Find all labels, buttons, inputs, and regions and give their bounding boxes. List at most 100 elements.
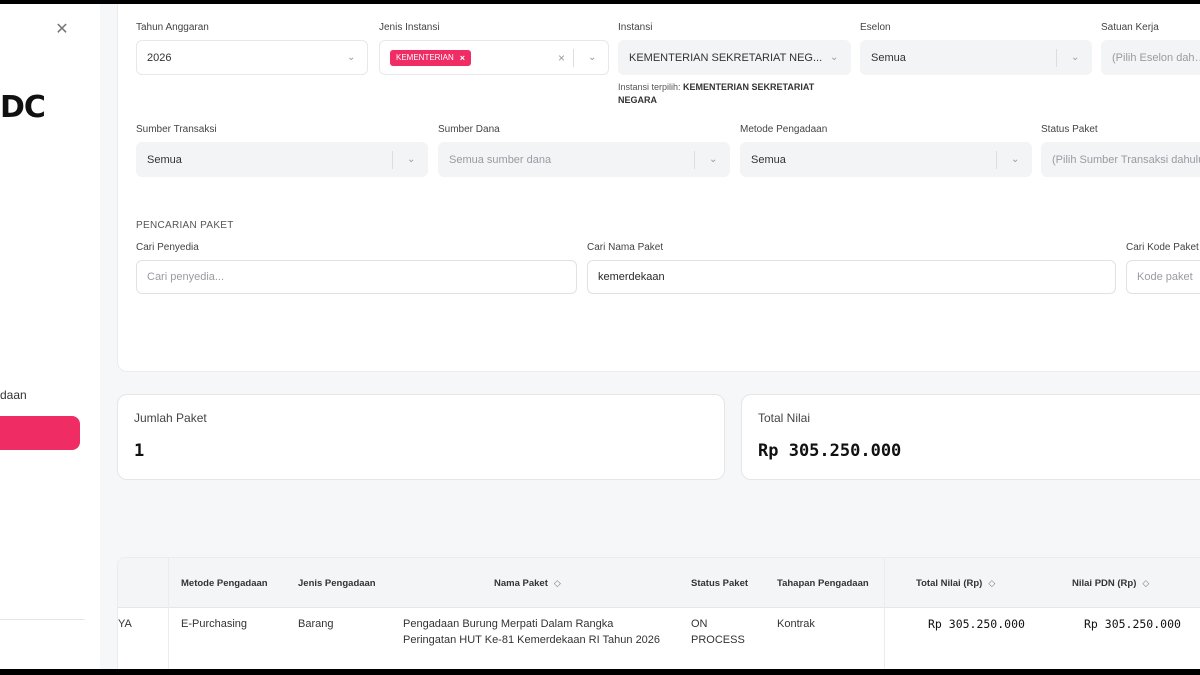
instansi-selected-note: Instansi terpilih: KEMENTERIAN SEKRETARI… [618,81,838,107]
filter-label: Metode Pengadaan [740,124,828,135]
filter-tahun: Tahun Anggaran 2026 ⌄ [136,22,368,75]
chevron-down-icon: ⌄ [709,153,718,165]
remove-tag-icon[interactable]: × [460,53,465,63]
header-text: Nilai PDN (Rp) [1072,577,1137,589]
filter-satuan-kerja: Satuan Kerja (Pilih Eselon dahulu) [1101,22,1200,75]
filter-jenis-instansi: Jenis Instansi KEMENTERIAN × × ⌄ [379,22,609,75]
stat-total-nilai: Total Nilai Rp 305.250.000 [741,394,1200,480]
col-header-jenis: Jenis Pengadaan [298,577,376,589]
cell-tahapan: Kontrak [777,618,815,630]
select-placeholder: (Pilih Eselon dahulu) [1112,51,1200,64]
col-header-metode: Metode Pengadaan [181,577,268,589]
filter-label: Jenis Instansi [379,22,440,33]
results-table: Metode Pengadaan Jenis Pengadaan Nama Pa… [117,557,1200,669]
eselon-select[interactable]: Semua ⌄ [860,40,1092,75]
cell-prefix: YA [118,618,132,630]
search-kode-paket: Cari Kode Paket Kode paket [1126,242,1200,294]
cell-metode: E-Purchasing [181,618,248,630]
select-placeholder: Semua sumber dana [449,153,552,166]
stat-label: Jumlah Paket [134,411,207,425]
table-header: Metode Pengadaan Jenis Pengadaan Nama Pa… [118,558,1200,608]
instansi-select[interactable]: KEMENTERIAN SEKRETARIAT NEG... ⌄ [618,40,851,75]
sort-icon[interactable]: ◇ [988,578,995,589]
sort-icon[interactable]: ◇ [554,578,561,589]
input-placeholder: Kode paket [1137,271,1193,283]
column-divider [168,558,169,669]
sidebar: ✕ DC daan [0,4,100,669]
search-section-title: PENCARIAN PAKET [136,220,234,231]
chevron-down-icon: ⌄ [830,51,839,63]
chevron-down-icon: ⌄ [1071,51,1080,63]
separator [694,150,695,169]
nama-paket-search-input[interactable]: kemerdekaan [587,260,1116,294]
input-placeholder: Cari penyedia... [147,271,225,283]
filter-status-paket: Status Paket (Pilih Sumber Transaksi dah… [1041,124,1200,177]
filter-sumber-dana: Sumber Dana Semua sumber dana ⌄ [438,124,730,177]
select-placeholder: (Pilih Sumber Transaksi dahulu) [1052,153,1200,166]
search-penyedia: Cari Penyedia Cari penyedia... [136,242,577,294]
kode-paket-search-input[interactable]: Kode paket [1126,260,1200,294]
brand-logo-fragment: DC [0,90,46,125]
filter-label: Sumber Dana [438,124,500,135]
app-screen: ✕ DC daan Tahun Anggaran 2026 ⌄ Jenis In… [0,4,1200,669]
metode-pengadaan-select[interactable]: Semua ⌄ [740,142,1032,177]
filter-label: Status Paket [1041,124,1098,135]
sidebar-divider [0,619,85,620]
separator [1056,48,1057,67]
satuan-kerja-select[interactable]: (Pilih Eselon dahulu) [1101,40,1200,75]
sidebar-action-button[interactable] [0,416,80,450]
col-header-status: Status Paket [691,577,749,589]
filter-card: Tahun Anggaran 2026 ⌄ Jenis Instansi KEM… [117,4,1200,372]
chevron-down-icon: ⌄ [1011,153,1020,165]
search-nama-paket: Cari Nama Paket kemerdekaan [587,242,1116,294]
filter-label: Satuan Kerja [1101,22,1159,33]
filter-sumber-transaksi: Sumber Transaksi Semua ⌄ [136,124,428,177]
status-paket-select[interactable]: (Pilih Sumber Transaksi dahulu) [1041,142,1200,177]
cell-status: ON PROCESS [691,618,745,646]
sumber-transaksi-select[interactable]: Semua ⌄ [136,142,428,177]
chevron-down-icon: ⌄ [407,153,416,165]
col-header-pdn[interactable]: Nilai PDN (Rp) ◇ [1072,558,1149,608]
chevron-down-icon: ⌄ [588,51,597,63]
col-header-total[interactable]: Total Nilai (Rp) ◇ [916,558,995,608]
filter-label: Instansi [618,22,653,33]
chevron-down-icon: ⌄ [347,51,356,63]
filter-label: Sumber Transaksi [136,124,217,135]
select-value: 2026 [147,51,172,64]
tahun-select[interactable]: 2026 ⌄ [136,40,368,75]
note-prefix: Instansi terpilih: [618,82,681,92]
close-icon[interactable]: ✕ [52,20,72,40]
select-value: Semua [751,153,786,166]
cell-total-nilai: Rp 305.250.000 [928,617,1025,631]
header-text: Nama Paket [494,577,548,589]
search-label: Cari Nama Paket [587,242,664,253]
header-text: Total Nilai (Rp) [916,577,983,589]
tag-label: KEMENTERIAN [396,53,454,62]
sort-icon[interactable]: ◇ [1142,578,1149,589]
jenis-instansi-select[interactable]: KEMENTERIAN × × ⌄ [379,40,609,75]
cell-nilai-pdn: Rp 305.250.000 [1084,617,1181,631]
filter-label: Tahun Anggaran [136,22,209,33]
search-label: Cari Kode Paket [1126,242,1199,253]
stat-value: Rp 305.250.000 [758,441,902,461]
selected-tag: KEMENTERIAN × [390,49,472,66]
col-header-nama[interactable]: Nama Paket ◇ [494,558,561,608]
filter-label: Eselon [860,22,891,33]
search-label: Cari Penyedia [136,242,199,253]
filter-metode-pengadaan: Metode Pengadaan Semua ⌄ [740,124,1032,177]
cell-jenis: Barang [298,618,334,630]
clear-icon[interactable]: × [558,51,565,65]
input-value: kemerdekaan [598,271,665,283]
stat-label: Total Nilai [758,411,811,425]
separator [573,48,574,67]
separator [392,150,393,169]
filter-instansi: Instansi KEMENTERIAN SEKRETARIAT NEG... … [618,22,851,107]
stat-value: 1 [134,441,145,461]
penyedia-search-input[interactable]: Cari penyedia... [136,260,577,294]
cell-nama-paket[interactable]: Pengadaan Burung Merpati Dalam Rangka Pe… [403,616,663,648]
select-value: Semua [147,153,182,166]
col-header-tahapan: Tahapan Pengadaan [777,577,869,589]
stat-jumlah-paket: Jumlah Paket 1 [117,394,725,480]
sumber-dana-select[interactable]: Semua sumber dana ⌄ [438,142,730,177]
filter-eselon: Eselon Semua ⌄ [860,22,1092,75]
